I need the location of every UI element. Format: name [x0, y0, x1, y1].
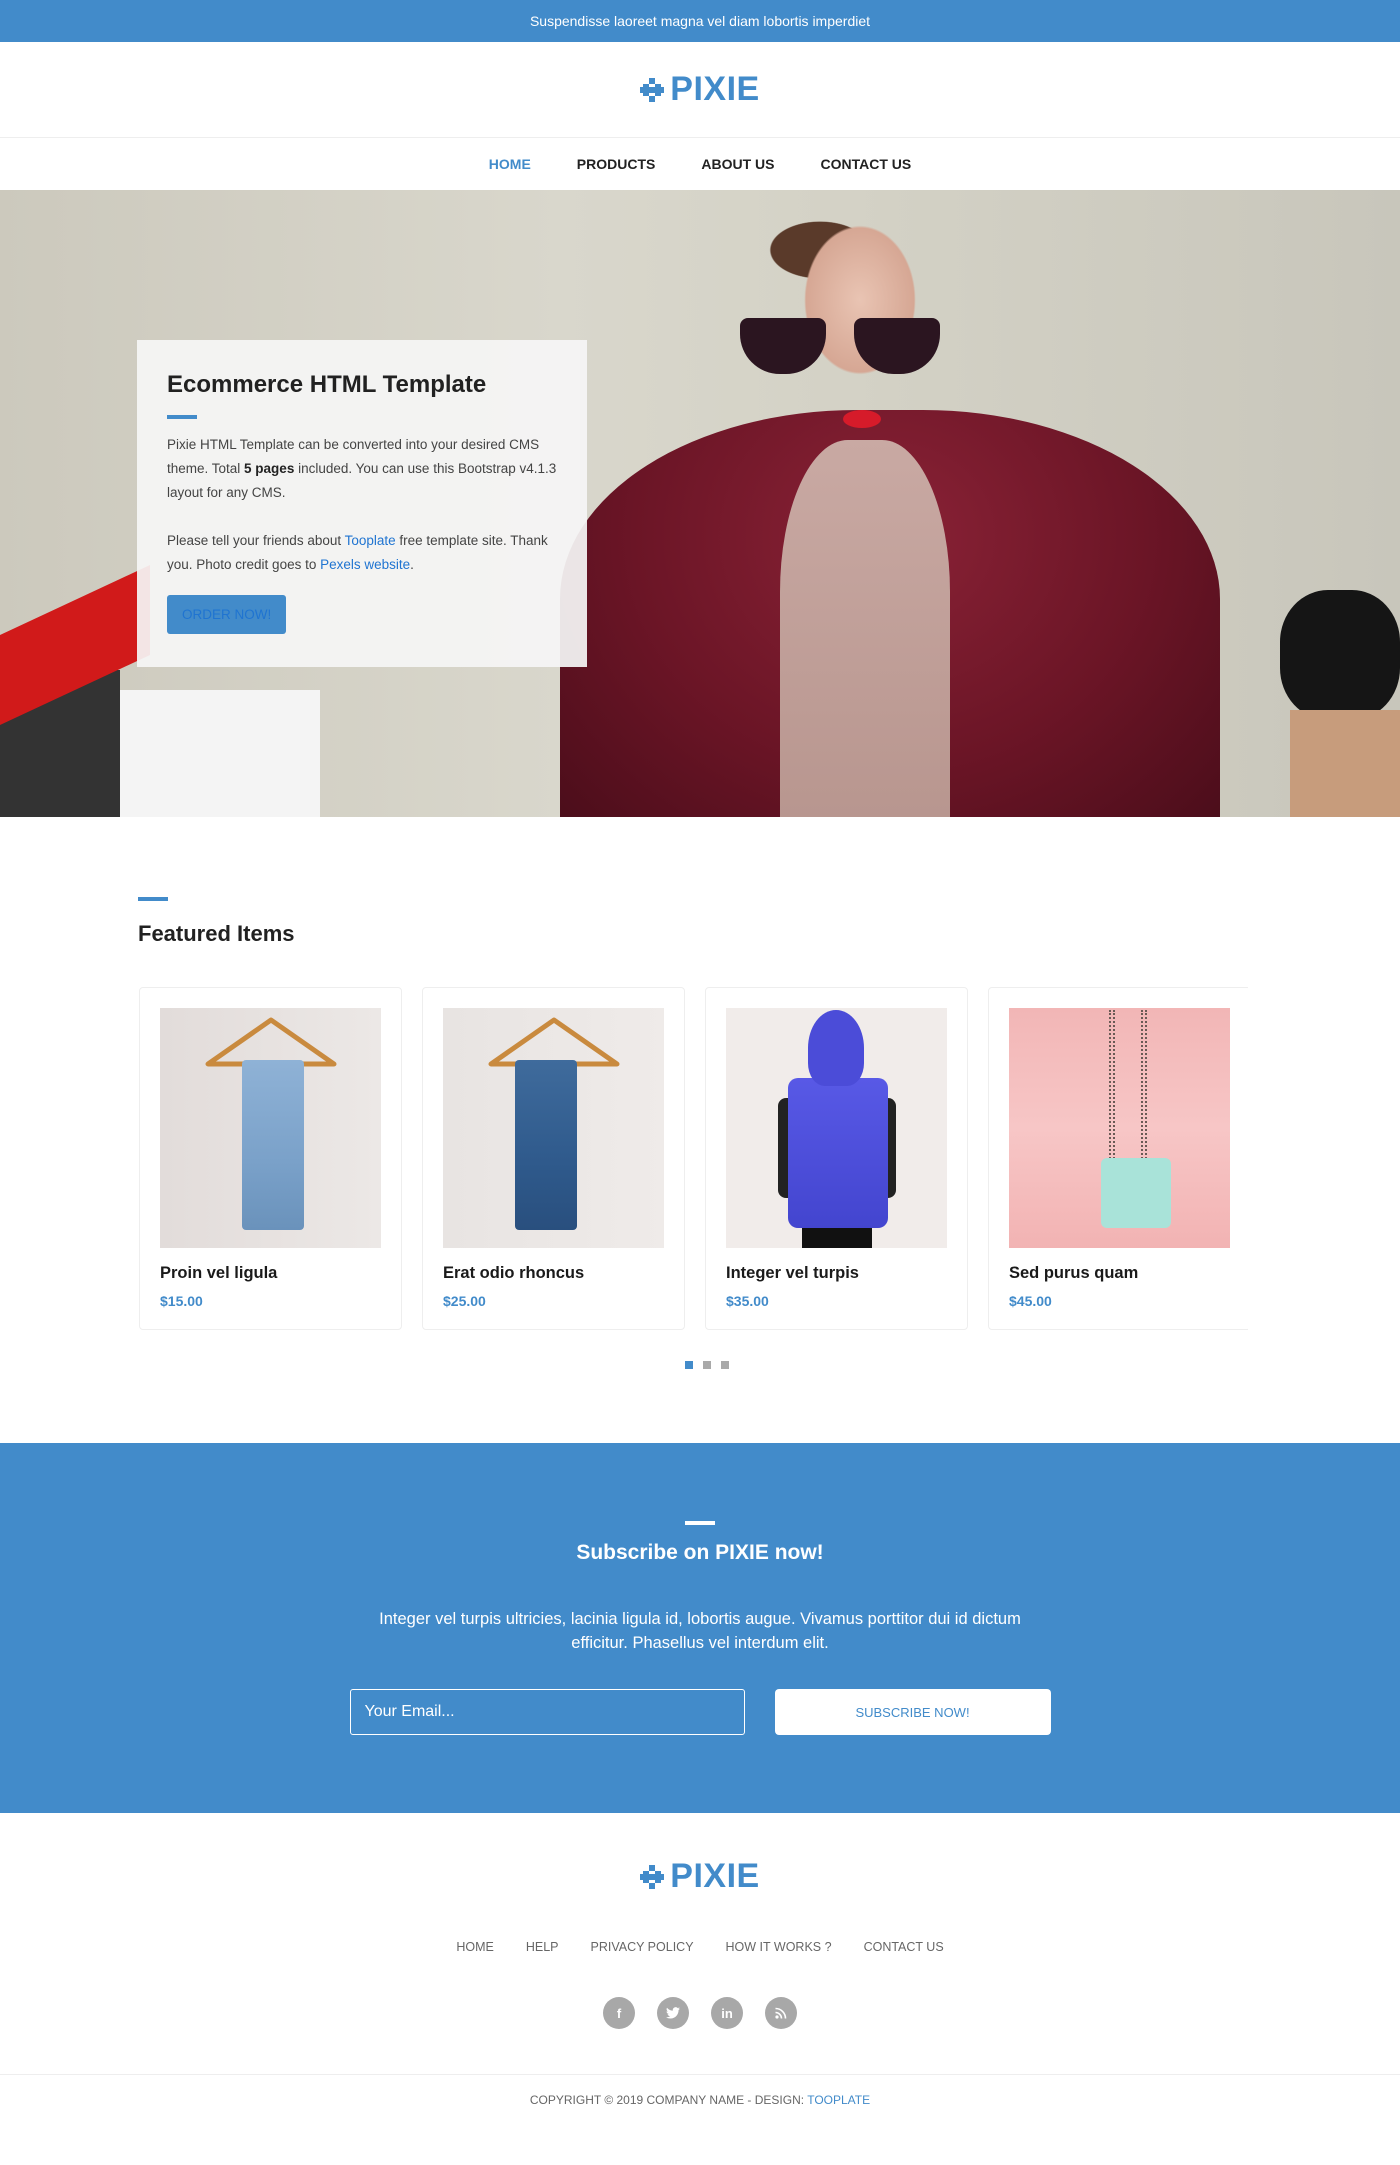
carousel-dot-1[interactable]	[685, 1361, 693, 1369]
subscribe-form: SUBSCRIBE NOW!	[0, 1689, 1400, 1735]
hero-title: Ecommerce HTML Template	[167, 371, 487, 398]
product-card[interactable]: Integer vel turpis $35.00	[705, 987, 968, 1330]
tooplate-link[interactable]: Tooplate	[345, 533, 396, 548]
subscribe-title: Subscribe on PIXIE now!	[576, 1541, 824, 1564]
product-price: $35.00	[726, 1293, 769, 1309]
carousel-dot-2[interactable]	[703, 1361, 711, 1369]
product-image-puffer-vest[interactable]	[726, 1008, 947, 1248]
product-name[interactable]: Erat odio rhoncus	[443, 1264, 664, 1283]
featured-title: Featured Items	[138, 921, 295, 946]
featured-section: Featured Items Proin vel ligula $15.00 E…	[138, 817, 1262, 1369]
facebook-icon[interactable]: f	[603, 1997, 635, 2029]
nav-products[interactable]: PRODUCTS	[554, 156, 679, 172]
tooplate-design-link[interactable]: TOOPLATE	[807, 2093, 870, 2107]
product-card[interactable]: Sed purus quam $45.00	[988, 987, 1248, 1330]
carousel-dot-3[interactable]	[721, 1361, 729, 1369]
hero-accent-line	[167, 415, 197, 419]
product-name[interactable]: Sed purus quam	[1009, 1264, 1230, 1283]
rss-icon[interactable]	[765, 1997, 797, 2029]
twitter-icon[interactable]	[657, 1997, 689, 2029]
footer-links: HOME HELP PRIVACY POLICY HOW IT WORKS ? …	[0, 1940, 1400, 1954]
order-now-button[interactable]: ORDER NOW!	[167, 595, 287, 634]
announcement-text: Suspendisse laoreet magna vel diam lobor…	[529, 13, 871, 29]
featured-accent-line	[138, 897, 168, 901]
subscribe-accent-line	[685, 1521, 715, 1525]
subscribe-text: Integer vel turpis ultricies, lacinia li…	[379, 1610, 1021, 1652]
site-header: PIXIE	[0, 42, 1400, 138]
footer-link-how-it-works[interactable]: HOW IT WORKS ?	[710, 1940, 848, 1954]
footer-link-contact-us[interactable]: CONTACT US	[848, 1940, 960, 1954]
announcement-bar: Suspendisse laoreet magna vel diam lobor…	[0, 0, 1400, 42]
footer-logo[interactable]: PIXIE	[0, 1857, 1400, 1896]
email-input[interactable]	[349, 1689, 745, 1735]
carousel-pagination	[138, 1361, 1262, 1369]
nav-contact-us[interactable]: CONTACT US	[797, 156, 934, 172]
copyright: COPYRIGHT © 2019 COMPANY NAME - DESIGN: …	[529, 2093, 871, 2107]
product-card[interactable]: Erat odio rhoncus $25.00	[422, 987, 685, 1330]
footer-link-help[interactable]: HELP	[510, 1940, 575, 1954]
social-links: f in	[0, 1997, 1400, 2029]
logo-text: PIXIE	[670, 70, 760, 108]
subscribe-button[interactable]: SUBSCRIBE NOW!	[774, 1689, 1051, 1735]
logo-text: PIXIE	[670, 1857, 760, 1895]
product-image-backpack[interactable]	[1009, 1008, 1230, 1248]
pixie-logo-icon	[640, 77, 665, 102]
site-footer: PIXIE HOME HELP PRIVACY POLICY HOW IT WO…	[0, 1813, 1400, 2127]
featured-carousel[interactable]: Proin vel ligula $15.00 Erat odio rhoncu…	[138, 987, 1248, 1332]
hero-paragraph-1: Pixie HTML Template can be converted int…	[167, 437, 557, 500]
hero-paragraph-2: Please tell your friends about Tooplate …	[167, 533, 548, 572]
linkedin-icon[interactable]: in	[711, 1997, 743, 2029]
pexels-link[interactable]: Pexels website	[320, 557, 410, 572]
product-name[interactable]: Integer vel turpis	[726, 1264, 947, 1283]
hero-card: Ecommerce HTML Template Pixie HTML Templ…	[137, 340, 587, 667]
site-logo[interactable]: PIXIE	[640, 70, 759, 109]
product-name[interactable]: Proin vel ligula	[160, 1264, 381, 1283]
product-price: $15.00	[160, 1293, 203, 1309]
nav-home[interactable]: HOME	[466, 156, 554, 172]
main-nav: HOME PRODUCTS ABOUT US CONTACT US	[0, 138, 1400, 190]
product-price: $25.00	[443, 1293, 486, 1309]
footer-link-privacy-policy[interactable]: PRIVACY POLICY	[574, 1940, 709, 1954]
product-image-light-jeans[interactable]	[160, 1008, 381, 1248]
hero-banner: Ecommerce HTML Template Pixie HTML Templ…	[0, 190, 1400, 817]
nav-about-us[interactable]: ABOUT US	[678, 156, 797, 172]
subscribe-section: Subscribe on PIXIE now! Integer vel turp…	[0, 1443, 1400, 1813]
product-image-dark-jeans[interactable]	[443, 1008, 664, 1248]
product-card[interactable]: Proin vel ligula $15.00	[139, 987, 402, 1330]
product-price: $45.00	[1009, 1293, 1052, 1309]
footer-link-home[interactable]: HOME	[440, 1940, 510, 1954]
pixie-logo-icon	[640, 1864, 665, 1889]
